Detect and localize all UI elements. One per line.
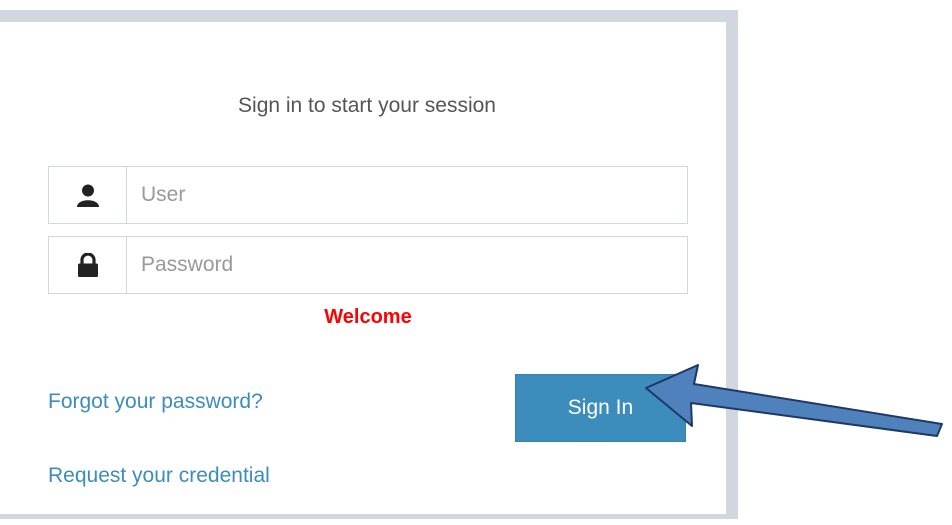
user-icon	[76, 184, 99, 207]
user-input[interactable]: User	[141, 167, 185, 223]
user-input-group[interactable]: User	[48, 166, 688, 224]
password-input-group[interactable]: Password	[48, 236, 688, 294]
password-addon	[49, 237, 127, 293]
lock-icon	[77, 253, 98, 277]
status-message: Welcome	[324, 306, 412, 328]
user-addon	[49, 167, 127, 223]
password-input[interactable]: Password	[141, 237, 233, 293]
login-box: Sign in to start your session User Passw…	[0, 22, 726, 514]
forgot-password-link[interactable]: Forgot your password?	[48, 390, 263, 414]
request-credential-link[interactable]: Request your credential	[48, 464, 270, 488]
login-box-message: Sign in to start your session	[238, 94, 496, 117]
arrow-icon	[645, 364, 943, 437]
